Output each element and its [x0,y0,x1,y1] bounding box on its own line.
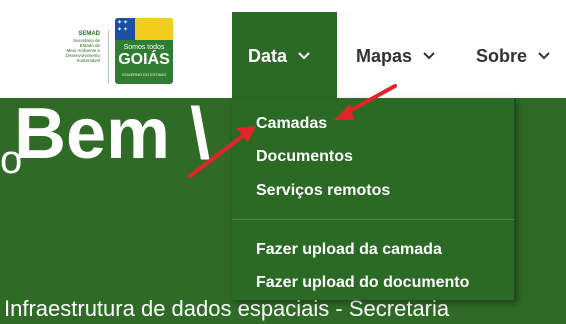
nav-sobre-label: Sobre [476,45,528,66]
menu-item-upload-camada[interactable]: Fazer upload da camada [256,241,442,259]
nav-data-menu[interactable]: Data [248,44,311,68]
menu-item-documentos[interactable]: Documentos [256,148,353,166]
logo-divider [108,30,109,84]
logo[interactable]: SEMAD Secretaria de Estado de Meio Ambie… [50,18,180,88]
menu-item-camadas[interactable]: Camadas [256,115,327,133]
goias-logo: ✦✦ ✦✦ Somos todos GOIÁS GOVERNO DO ESTADO [115,18,173,84]
hero-side-fragment: o [0,138,23,182]
menu-item-servicos-remotos[interactable]: Serviços remotos [256,182,390,200]
nav-mapas-menu[interactable]: Mapas [356,44,436,68]
nav-data-label: Data [248,45,288,66]
chevron-down-icon [298,52,310,60]
site-header: SEMAD Secretaria de Estado de Meio Ambie… [0,0,566,98]
data-dropdown-menu: Camadas Documentos Serviços remotos Faze… [232,98,516,300]
stars-icon: ✦✦ ✦✦ [117,20,130,33]
chevron-down-icon [538,52,550,60]
nav-sobre-menu[interactable]: Sobre [476,44,551,68]
semad-logo: SEMAD Secretaria de Estado de Meio Ambie… [65,31,100,63]
menu-item-upload-documento[interactable]: Fazer upload do documento [256,274,469,292]
chevron-down-icon [423,52,435,60]
menu-divider [232,219,514,220]
nav-mapas-label: Mapas [356,45,413,66]
hero-title: Bem \ [14,94,211,174]
